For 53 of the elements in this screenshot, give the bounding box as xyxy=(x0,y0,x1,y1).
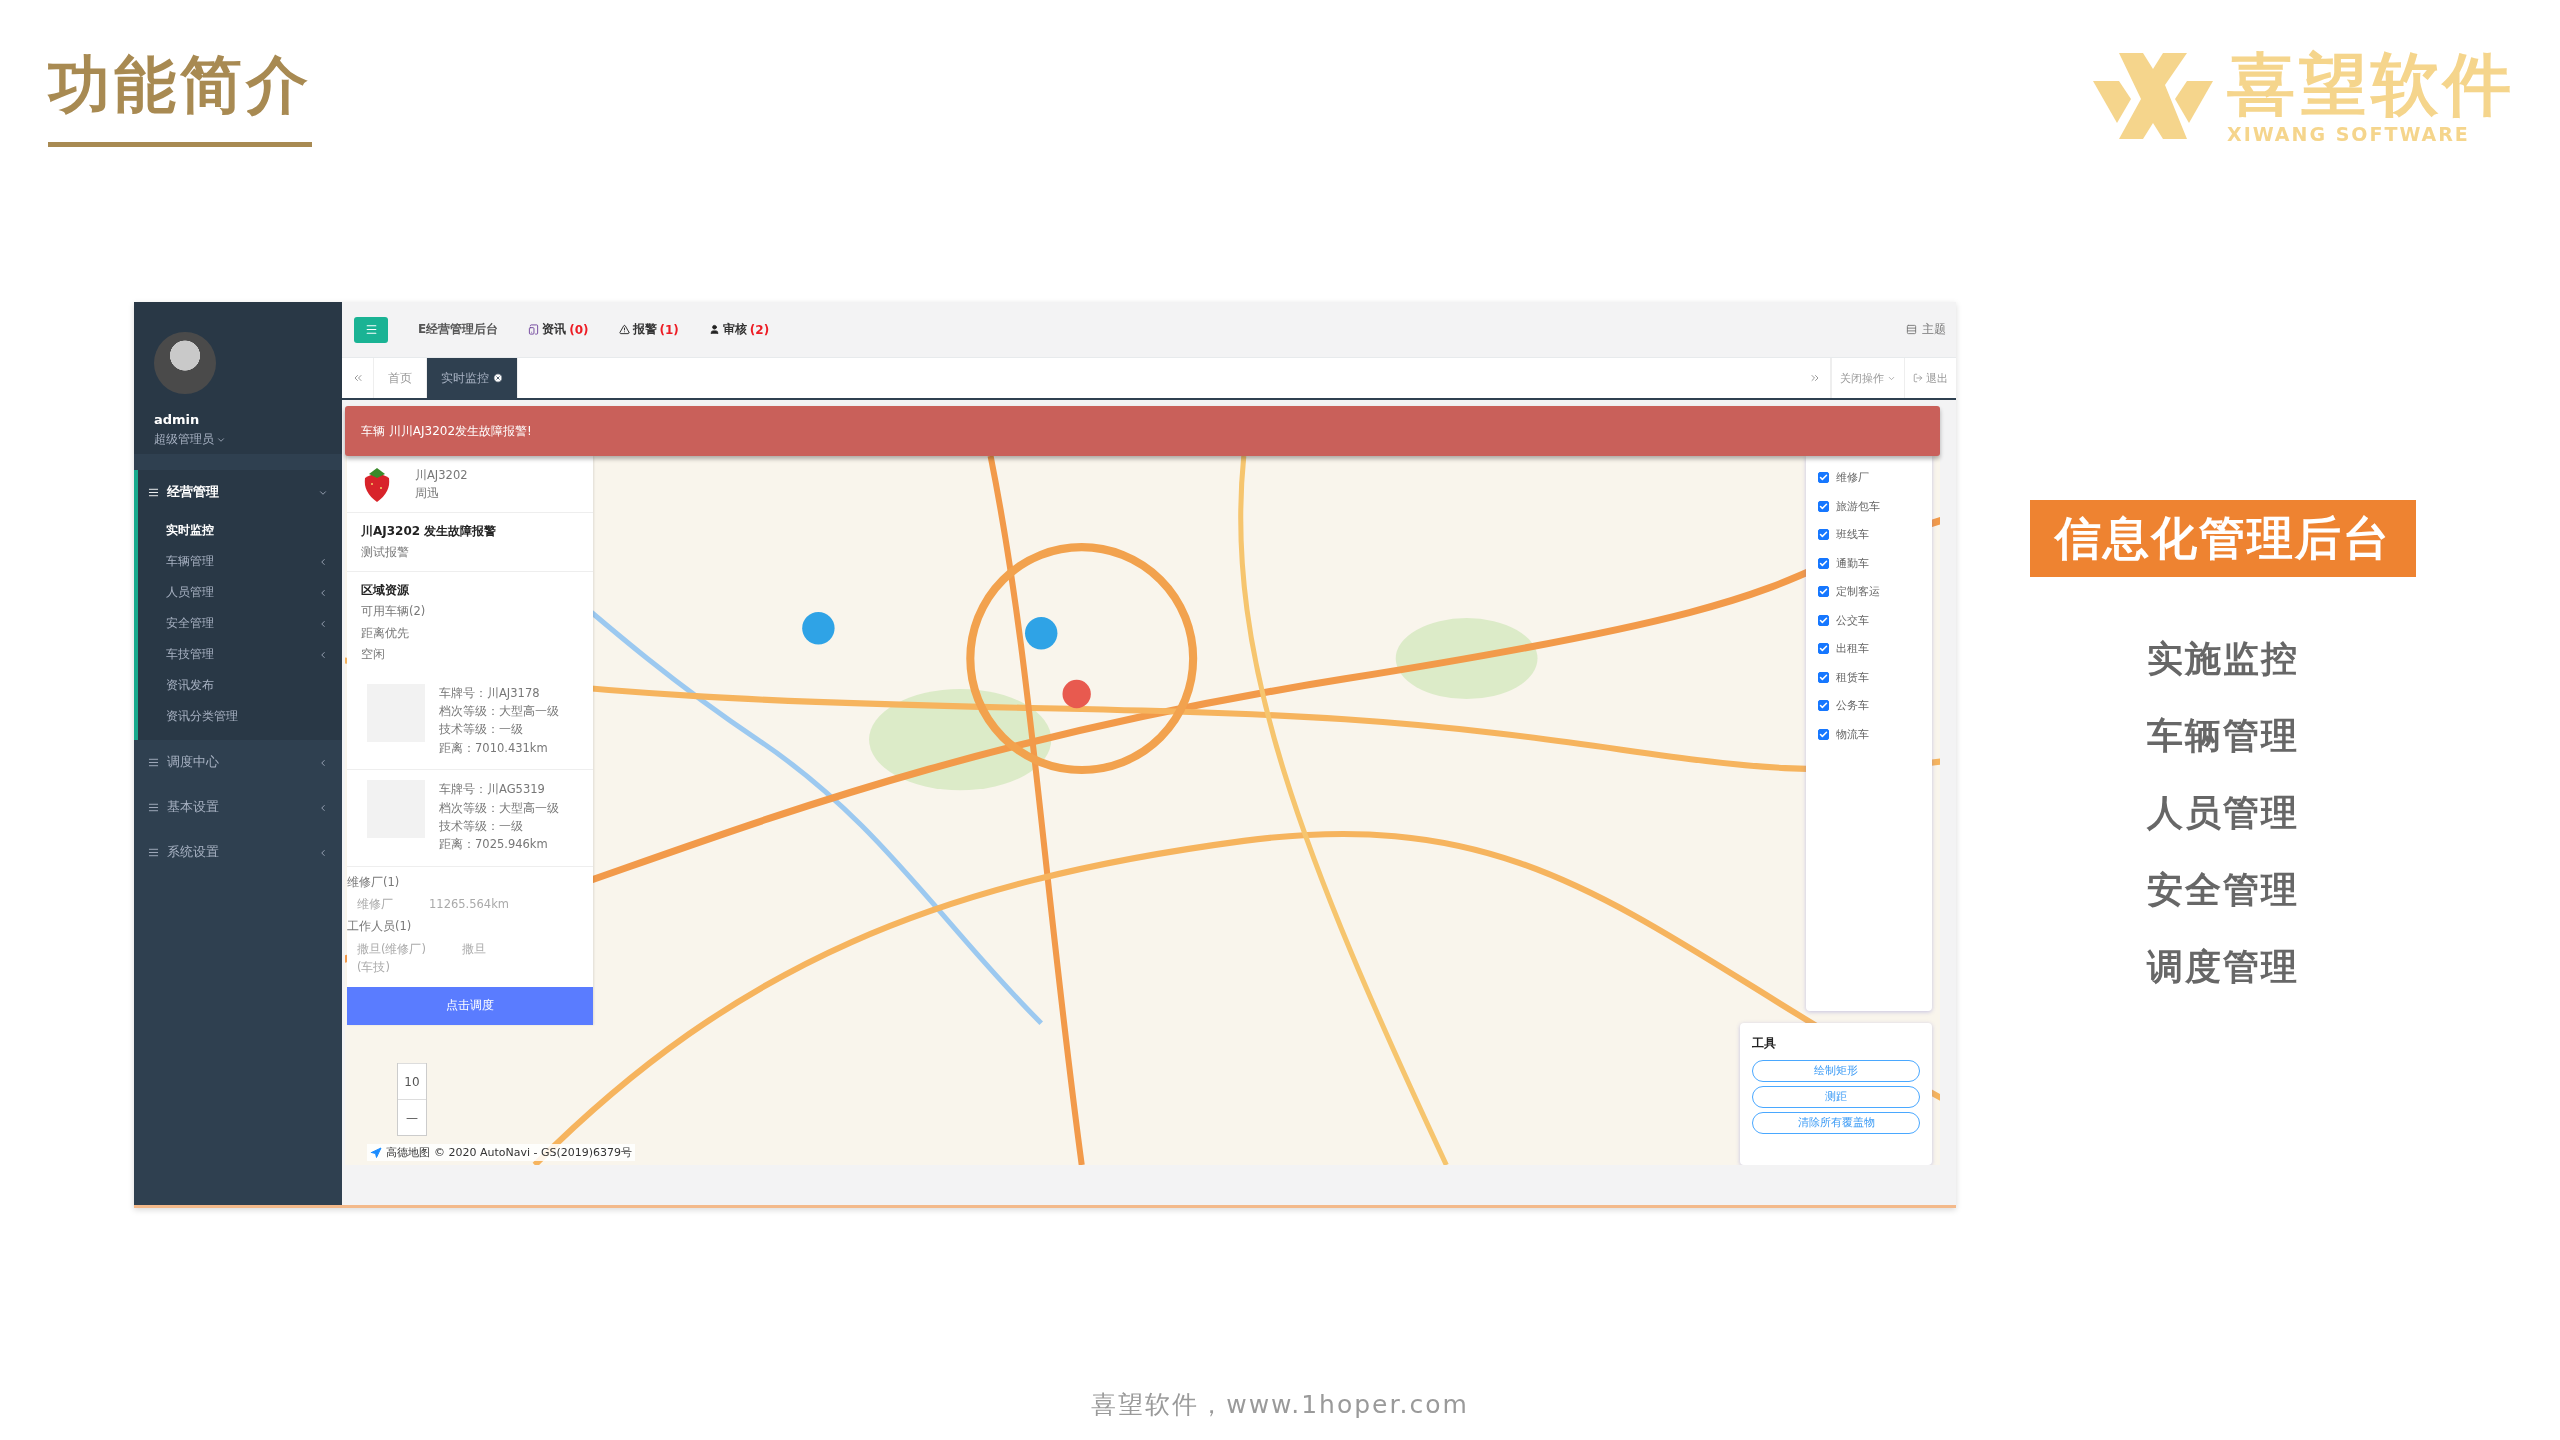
rows-icon xyxy=(1906,324,1917,335)
top-link[interactable]: 审核 (2) xyxy=(708,321,770,338)
user-name: admin xyxy=(154,412,201,427)
feature-item: 调度管理 xyxy=(2147,945,2299,989)
top-link[interactable]: 报警 (1) xyxy=(618,321,679,338)
submenu-item[interactable]: 安全管理 xyxy=(138,608,342,639)
theme-link[interactable]: 主题 xyxy=(1906,321,1946,338)
submenu-item[interactable]: 车技管理 xyxy=(138,639,342,670)
submenu-item[interactable]: 资讯分类管理 xyxy=(138,701,342,732)
logout-link[interactable]: 退出 xyxy=(1904,358,1956,398)
logout-icon xyxy=(1913,373,1923,383)
menu-item[interactable]: 基本设置 xyxy=(138,785,342,830)
feature-item: 车辆管理 xyxy=(2147,714,2299,758)
feature-item: 安全管理 xyxy=(2147,868,2299,912)
chevron-left-icon xyxy=(318,802,328,813)
menu-item[interactable]: 经营管理 xyxy=(138,470,342,515)
slide-title: 功能简介 xyxy=(48,48,312,148)
logo-icon xyxy=(2093,53,2213,140)
tab[interactable]: 实时监控 xyxy=(427,358,518,398)
feature-item: 实施监控 xyxy=(2147,637,2299,681)
app-title: E经营管理后台 xyxy=(418,321,499,338)
menu-icon xyxy=(148,487,159,498)
chevron-left-icon xyxy=(318,649,328,660)
feature-item: 人员管理 xyxy=(2147,791,2299,835)
footer-text: 喜望软件，www.1hoper.com xyxy=(1091,1388,1469,1421)
double-chevron-right-icon xyxy=(1808,372,1821,384)
user-role[interactable]: 超级管理员 xyxy=(154,431,342,448)
chevron-left-icon xyxy=(318,618,328,629)
menu-item[interactable]: 系统设置 xyxy=(138,830,342,875)
submenu-item[interactable]: 资讯发布 xyxy=(138,670,342,701)
submenu-item[interactable]: 实时监控 xyxy=(138,515,342,546)
menu-item[interactable]: 调度中心 xyxy=(138,740,342,785)
submenu-item[interactable]: 车辆管理 xyxy=(138,546,342,577)
menu-icon xyxy=(148,757,159,768)
chevron-left-icon xyxy=(318,847,328,858)
menu-icon xyxy=(148,802,159,813)
top-link[interactable]: 资讯 (0) xyxy=(528,321,589,338)
tablet-icon xyxy=(528,324,540,335)
logo-name: 喜望软件 xyxy=(2227,48,2515,123)
alert-banner: 车辆 川川AJ3202发生故障报警! xyxy=(345,406,1940,456)
menu-icon xyxy=(148,847,159,858)
menu-icon xyxy=(364,323,378,336)
close-icon[interactable] xyxy=(493,373,503,383)
close-ops-dropdown[interactable]: 关闭操作 xyxy=(1831,358,1904,398)
menu-button[interactable] xyxy=(354,316,388,343)
feature-heading: 信息化管理后台 xyxy=(2030,500,2416,577)
warning-icon xyxy=(618,324,630,335)
logo-tagline: XIWANG SOFTWARE xyxy=(2227,122,2470,145)
chevron-left-icon xyxy=(318,556,328,567)
chevron-left-icon xyxy=(318,587,328,598)
submenu-item[interactable]: 人员管理 xyxy=(138,577,342,608)
chevron-left-icon xyxy=(318,757,328,768)
user-icon xyxy=(708,324,720,335)
